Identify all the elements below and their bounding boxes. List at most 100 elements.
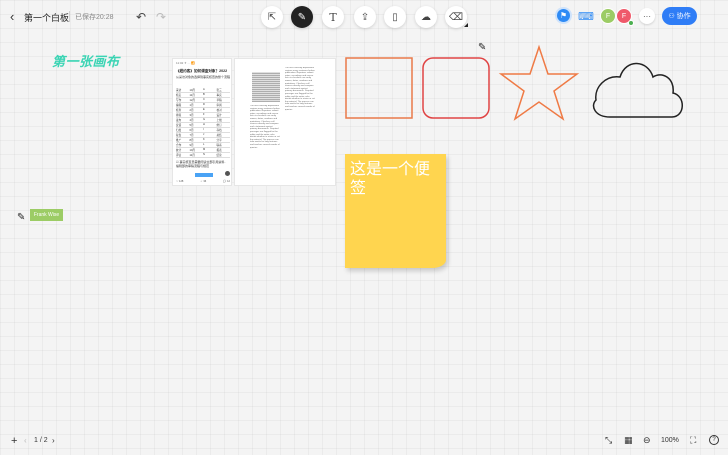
screen-share-icon[interactable]: ⌨: [578, 10, 594, 23]
add-page-icon[interactable]: +: [11, 435, 17, 447]
board-title[interactable]: 第一个白板: [24, 11, 69, 24]
table-cell: I: [203, 128, 204, 131]
doc-comment-count: 💬 12: [223, 180, 230, 183]
toolbar-more-caret-icon[interactable]: [464, 23, 468, 27]
zoom-level[interactable]: 100%: [661, 437, 679, 444]
table-cell: 11月: [189, 154, 195, 157]
table-cell: 2月: [189, 109, 194, 112]
table-cell: 草稿: [216, 99, 222, 102]
table-cell: 10月: [189, 149, 195, 152]
table-cell: 1月: [189, 104, 194, 107]
table-cell: 上线: [216, 119, 222, 122]
collaborate-label: 协作: [676, 13, 691, 20]
doc-text-column: The fact-checking department reviews eve…: [250, 105, 280, 149]
table-cell: 归档: [176, 129, 182, 132]
table-cell: 修订: [216, 124, 222, 127]
table-cell: 9月: [189, 144, 194, 147]
avatar[interactable]: F: [600, 8, 616, 24]
table-cell: 推广: [176, 139, 182, 142]
undo-icon[interactable]: ↶: [136, 10, 146, 24]
table-cell: E: [203, 108, 205, 111]
table-cell: 11月: [189, 94, 195, 97]
file-icon[interactable]: ▯: [384, 6, 406, 28]
table-cell: 7月: [189, 134, 194, 137]
table-cell: B: [203, 93, 205, 96]
shape-tool-icon[interactable]: ☁: [415, 6, 437, 28]
table-cell: D: [203, 103, 205, 106]
table-cell: J: [203, 133, 205, 136]
fullscreen-icon[interactable]: ⛶: [690, 435, 696, 446]
collaborate-button[interactable]: ⚇ 协作: [662, 7, 697, 25]
table-cell: H: [203, 123, 205, 126]
redo-icon[interactable]: ↷: [156, 10, 166, 24]
doc-status-bar: 11:02 ✈ ··· 📶: [176, 61, 196, 65]
prev-page-icon[interactable]: ‹: [24, 436, 27, 445]
collaborate-icon: ⚇: [668, 13, 675, 20]
table-cell: 采访: [176, 89, 182, 92]
table-cell: 报表: [216, 149, 222, 152]
table-cell: 编辑: [176, 104, 182, 107]
table-cell: 统计: [176, 149, 182, 152]
sticky-note-text[interactable]: 这是一个便签: [350, 160, 442, 198]
table-cell: 发布: [176, 119, 182, 122]
canvas-title[interactable]: 第一张画布: [52, 51, 120, 70]
table-cell: 4月: [189, 119, 194, 122]
more-icon[interactable]: ···: [639, 8, 655, 24]
doc-title: 《纽约客》如何调查对象？2022: [176, 69, 228, 73]
doc-highlight-bar: [195, 173, 213, 177]
document-image-1[interactable]: 11:02 ✈ ··· 📶 《纽约客》如何调查对象？2022 从采访对象的选择到…: [172, 58, 232, 186]
table-cell: F: [203, 113, 205, 116]
minimap-icon[interactable]: ▦: [624, 435, 633, 446]
pen-tool-icon[interactable]: ✎: [291, 6, 313, 28]
table-cell: K: [203, 138, 205, 141]
user-name-tag: Frank Wise: [30, 209, 63, 221]
page-indicator: 1 / 2: [34, 437, 48, 444]
doc-like-count: ♡ 128: [176, 180, 184, 183]
text-tool-icon[interactable]: T: [322, 6, 344, 28]
doc-figure: [252, 72, 280, 102]
table-cell: 结论: [216, 154, 222, 157]
table-cell: 核实: [176, 94, 182, 97]
table-row: 评估 11月 N 结论: [176, 153, 230, 158]
upload-icon[interactable]: ⇪: [354, 6, 376, 28]
table-cell: 审阅: [216, 104, 222, 107]
table-cell: 10月: [189, 89, 195, 92]
fit-screen-icon[interactable]: ⤡: [605, 435, 612, 446]
select-tool-icon[interactable]: ⇱: [261, 6, 283, 28]
document-image-2[interactable]: The fact-checking department reviews eve…: [234, 58, 336, 186]
star-shape[interactable]: [498, 44, 580, 121]
table-cell: N: [203, 153, 205, 156]
next-page-icon[interactable]: ›: [52, 436, 55, 445]
rectangle-shape[interactable]: [345, 57, 413, 119]
online-status-dot: [628, 20, 634, 26]
table-cell: 3月: [189, 114, 194, 117]
doc-action-bar: ♡ 128 ☆ 36 💬 12: [176, 180, 230, 183]
table-cell: 8月: [189, 139, 194, 142]
shapes-group: [345, 44, 683, 121]
table-cell: 张三: [216, 89, 222, 92]
table-cell: 核查: [176, 109, 182, 112]
cloud-shape[interactable]: [592, 62, 683, 118]
table-cell: A: [203, 88, 205, 91]
doc-footer-text: ☑ 事实核查员需要阅读全部引用资料 · 编辑部的审稿流程与规范: [176, 160, 227, 168]
top-bar: ‹ 第一个白板 已保存20:28 ↶ ↷ ⇱ ✎ T ⇪ ▯ ☁ ⌫ ⚑ ⌨ F…: [0, 0, 728, 34]
rounded-rectangle-shape[interactable]: [422, 57, 490, 119]
table-cell: 评估: [176, 154, 182, 157]
table-cell: L: [203, 143, 205, 146]
table-cell: 5月: [189, 124, 194, 127]
sticky-note[interactable]: 这是一个便签: [345, 154, 446, 268]
table-cell: 存档: [216, 129, 222, 132]
table-cell: C: [203, 98, 205, 101]
doc-avatar: [225, 171, 230, 176]
help-icon[interactable]: ?: [709, 435, 719, 445]
table-cell: 设计: [216, 114, 222, 117]
save-status: 已保存20:28: [75, 14, 114, 21]
zoom-out-icon[interactable]: ⊖: [643, 435, 651, 446]
table-cell: M: [203, 148, 206, 151]
doc-star-count: ☆ 36: [200, 180, 207, 183]
table-cell: 12月: [189, 99, 195, 102]
table-cell: G: [203, 118, 206, 121]
table-cell: 复盘: [176, 134, 182, 137]
present-icon[interactable]: ⚑: [557, 9, 570, 22]
back-icon[interactable]: ‹: [10, 10, 20, 24]
